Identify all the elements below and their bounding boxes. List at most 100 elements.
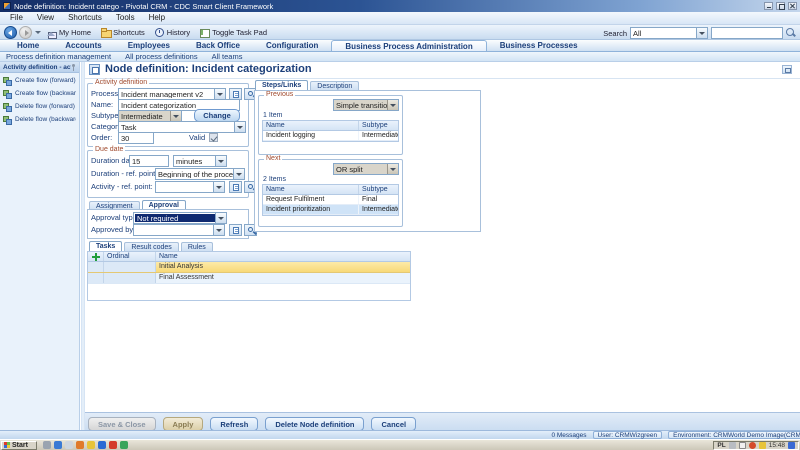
previous-group-label: Previous: [264, 91, 295, 98]
toggle-task-pad-button[interactable]: Toggle Task Pad: [200, 28, 267, 37]
taskbar-app-icon[interactable]: [109, 441, 117, 449]
window-titlebar: Node definition: Incident catego - Pivot…: [0, 0, 800, 12]
sidebar-item-create-flow-backward[interactable]: Create flow (backward): [0, 88, 79, 99]
activity-ref-point-select[interactable]: [155, 181, 225, 193]
menu-file[interactable]: File: [4, 12, 29, 24]
duration-date-input[interactable]: [129, 155, 169, 167]
tab-home[interactable]: Home: [4, 40, 52, 51]
taskbar-app-icon[interactable]: [98, 441, 106, 449]
maximize-icon[interactable]: [776, 2, 785, 10]
app-icon: [3, 2, 11, 10]
refresh-button[interactable]: Refresh: [210, 417, 258, 431]
tab-business-process-administration[interactable]: Business Process Administration: [331, 40, 486, 51]
nav-tab-strip: Home Accounts Employees Back Office Conf…: [0, 40, 800, 52]
status-user[interactable]: User: CRMWizgreen: [593, 431, 663, 439]
approved-by-open-record-button[interactable]: [229, 224, 242, 236]
toolbar: My Home Shortcuts History Toggle Task Pa…: [0, 25, 800, 40]
tray-icon[interactable]: [739, 442, 746, 449]
shortcuts-button[interactable]: Shortcuts: [101, 28, 145, 37]
status-environment[interactable]: Environment: CRMWorld Demo Image(CRMW: [668, 431, 800, 439]
language-indicator[interactable]: PL: [717, 442, 725, 449]
apply-button[interactable]: Apply: [163, 417, 204, 431]
tab-description[interactable]: Description: [310, 81, 359, 90]
tray-icon[interactable]: [788, 442, 795, 449]
menu-help[interactable]: Help: [143, 12, 171, 24]
previous-transition-select[interactable]: Simple transition: [333, 99, 399, 111]
my-home-button[interactable]: My Home: [47, 28, 91, 37]
column-header-ordinal[interactable]: Ordinal: [104, 252, 156, 261]
order-input[interactable]: [118, 132, 154, 144]
add-task-button[interactable]: [88, 252, 104, 261]
pin-icon[interactable]: [71, 64, 76, 71]
tab-rules[interactable]: Rules: [181, 242, 213, 251]
search-input[interactable]: [711, 27, 783, 39]
duration-unit-select[interactable]: minutes: [173, 155, 227, 167]
minimize-icon[interactable]: [764, 2, 773, 10]
tab-accounts[interactable]: Accounts: [52, 40, 114, 51]
window-title: Node definition: Incident catego - Pivot…: [14, 2, 273, 11]
next-transition-select[interactable]: OR split: [333, 163, 399, 175]
subnav-process-definition-management[interactable]: Process definition management: [6, 52, 111, 61]
task-pad-icon: [200, 28, 209, 37]
tab-tasks[interactable]: Tasks: [89, 241, 122, 251]
flow-icon: [3, 115, 12, 124]
save-and-close-button[interactable]: Save & Close: [88, 417, 156, 431]
tab-employees[interactable]: Employees: [115, 40, 183, 51]
header-options-icon[interactable]: [782, 65, 792, 74]
search-area: Search All: [603, 27, 796, 39]
back-button[interactable]: [4, 26, 17, 39]
tab-business-processes[interactable]: Business Processes: [487, 40, 591, 51]
nav-history-dropdown-icon[interactable]: [35, 31, 41, 37]
subnav: Process definition management All proces…: [0, 52, 800, 62]
tray-icon[interactable]: [729, 442, 736, 449]
clock[interactable]: 15:48: [769, 442, 785, 449]
screen: Node definition: Incident catego - Pivot…: [0, 0, 800, 450]
menu-tools[interactable]: Tools: [110, 12, 141, 24]
activity-ref-open-record-button[interactable]: [229, 181, 242, 193]
approved-by-select[interactable]: [133, 224, 225, 236]
tab-back-office[interactable]: Back Office: [183, 40, 253, 51]
folder-icon: [101, 28, 110, 37]
table-row[interactable]: Final Assessment: [88, 273, 410, 284]
main-panel: Node definition: Incident categorization…: [85, 62, 800, 430]
back-arrow-icon: [8, 30, 12, 36]
taskbar-app-icon[interactable]: [65, 441, 73, 449]
sidebar: Activity definition - actions Create flo…: [0, 62, 80, 430]
tray-icon[interactable]: [749, 442, 756, 449]
taskbar-app-icon[interactable]: [120, 441, 128, 449]
subnav-all-teams[interactable]: All teams: [212, 52, 243, 61]
table-row-selected[interactable]: Initial Analysis: [88, 262, 410, 273]
approval-type-label: Approval type:: [91, 212, 139, 224]
row-handle[interactable]: [88, 262, 104, 272]
flow-icon: [3, 89, 12, 98]
delete-node-definition-button[interactable]: Delete Node definition: [265, 417, 364, 431]
forward-button[interactable]: [19, 26, 32, 39]
tab-steps-links[interactable]: Steps/Links: [255, 80, 308, 90]
start-button[interactable]: Start: [1, 441, 37, 450]
taskbar-app-icon[interactable]: [76, 441, 84, 449]
row-handle[interactable]: [88, 273, 104, 283]
tab-result-codes[interactable]: Result codes: [124, 242, 178, 251]
cancel-button[interactable]: Cancel: [371, 417, 416, 431]
tasks-table: Ordinal Name Initial Analysis Final Asse…: [87, 251, 411, 301]
search-scope-select[interactable]: All: [630, 27, 708, 39]
taskbar-app-icon[interactable]: [87, 441, 95, 449]
taskbar-app-icon[interactable]: [54, 441, 62, 449]
menu-shortcuts[interactable]: Shortcuts: [62, 12, 108, 24]
column-header-name[interactable]: Name: [156, 252, 410, 261]
tab-configuration[interactable]: Configuration: [253, 40, 331, 51]
search-icon[interactable]: [786, 28, 796, 38]
sidebar-item-create-flow-forward[interactable]: Create flow (forward): [0, 75, 79, 86]
approval-type-select[interactable]: Not required: [133, 212, 227, 224]
close-icon[interactable]: [788, 2, 797, 10]
sidebar-item-delete-flow-forward[interactable]: Delete flow (forward): [0, 101, 79, 112]
menu-view[interactable]: View: [31, 12, 60, 24]
duration-ref-point-select[interactable]: Beginning of the process: [155, 168, 245, 180]
sidebar-item-delete-flow-backward[interactable]: Delete flow (backward): [0, 114, 79, 125]
subnav-all-process-definitions[interactable]: All process definitions: [125, 52, 198, 61]
history-button[interactable]: History: [155, 28, 190, 37]
tray-icon[interactable]: [759, 442, 766, 449]
taskbar-app-icon[interactable]: [43, 441, 51, 449]
cell-name: Final Assessment: [156, 273, 410, 283]
messages-count[interactable]: 0 Messages: [551, 432, 586, 439]
